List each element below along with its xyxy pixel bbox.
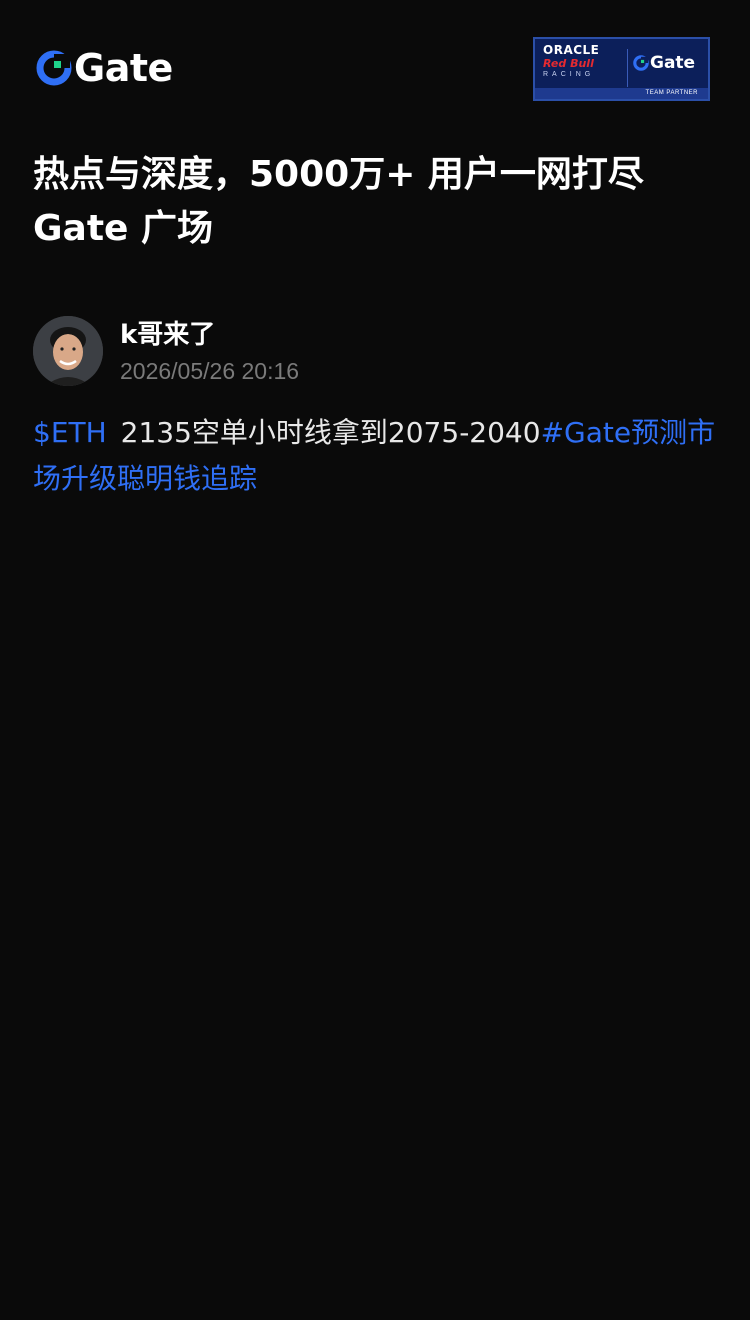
logo-text: Gate xyxy=(74,46,173,90)
oracle-redbull-racing-logo: ORACLE Red Bull RACING xyxy=(543,44,623,80)
redbull-text: Red Bull xyxy=(543,57,594,70)
racing-text: RACING xyxy=(543,71,595,78)
post-timestamp: 2026/05/26 20:16 xyxy=(120,358,300,384)
post-text: 2135空单小时线拿到2075-2040 xyxy=(120,416,541,449)
oracle-text: ORACLE xyxy=(543,43,600,57)
header: Gate ORACLE Red Bull RACING Gate TEAM PA… xyxy=(0,0,750,130)
gate-logo-icon xyxy=(36,50,72,86)
partner-badge: ORACLE Red Bull RACING Gate TEAM PARTNER xyxy=(533,37,710,101)
page-headline: 热点与深度，5000万+ 用户一网打尽 Gate 广场 xyxy=(33,148,723,256)
author-info: k哥来了 2026/05/26 20:16 xyxy=(120,318,299,386)
team-partner-label: TEAM PARTNER xyxy=(535,88,708,99)
post-content: $ETH 2135空单小时线拿到2075-2040#Gate预测市场升级聪明钱追踪 xyxy=(33,410,723,502)
headline-line-1: 热点与深度，5000万+ 用户一网打尽 xyxy=(33,154,644,195)
badge-gate-icon xyxy=(633,55,649,71)
gate-logo[interactable]: Gate xyxy=(36,48,173,88)
badge-gate-logo: Gate xyxy=(633,53,695,73)
author-name[interactable]: k哥来了 xyxy=(120,318,299,352)
badge-divider xyxy=(627,49,628,87)
avatar-portrait-icon xyxy=(33,316,103,386)
headline-line-2: Gate 广场 xyxy=(33,208,214,249)
badge-gate-text: Gate xyxy=(650,53,696,73)
post-author[interactable]: k哥来了 2026/05/26 20:16 xyxy=(33,316,299,386)
ticker-tag-link[interactable]: $ETH xyxy=(33,416,107,449)
avatar[interactable] xyxy=(33,316,103,386)
